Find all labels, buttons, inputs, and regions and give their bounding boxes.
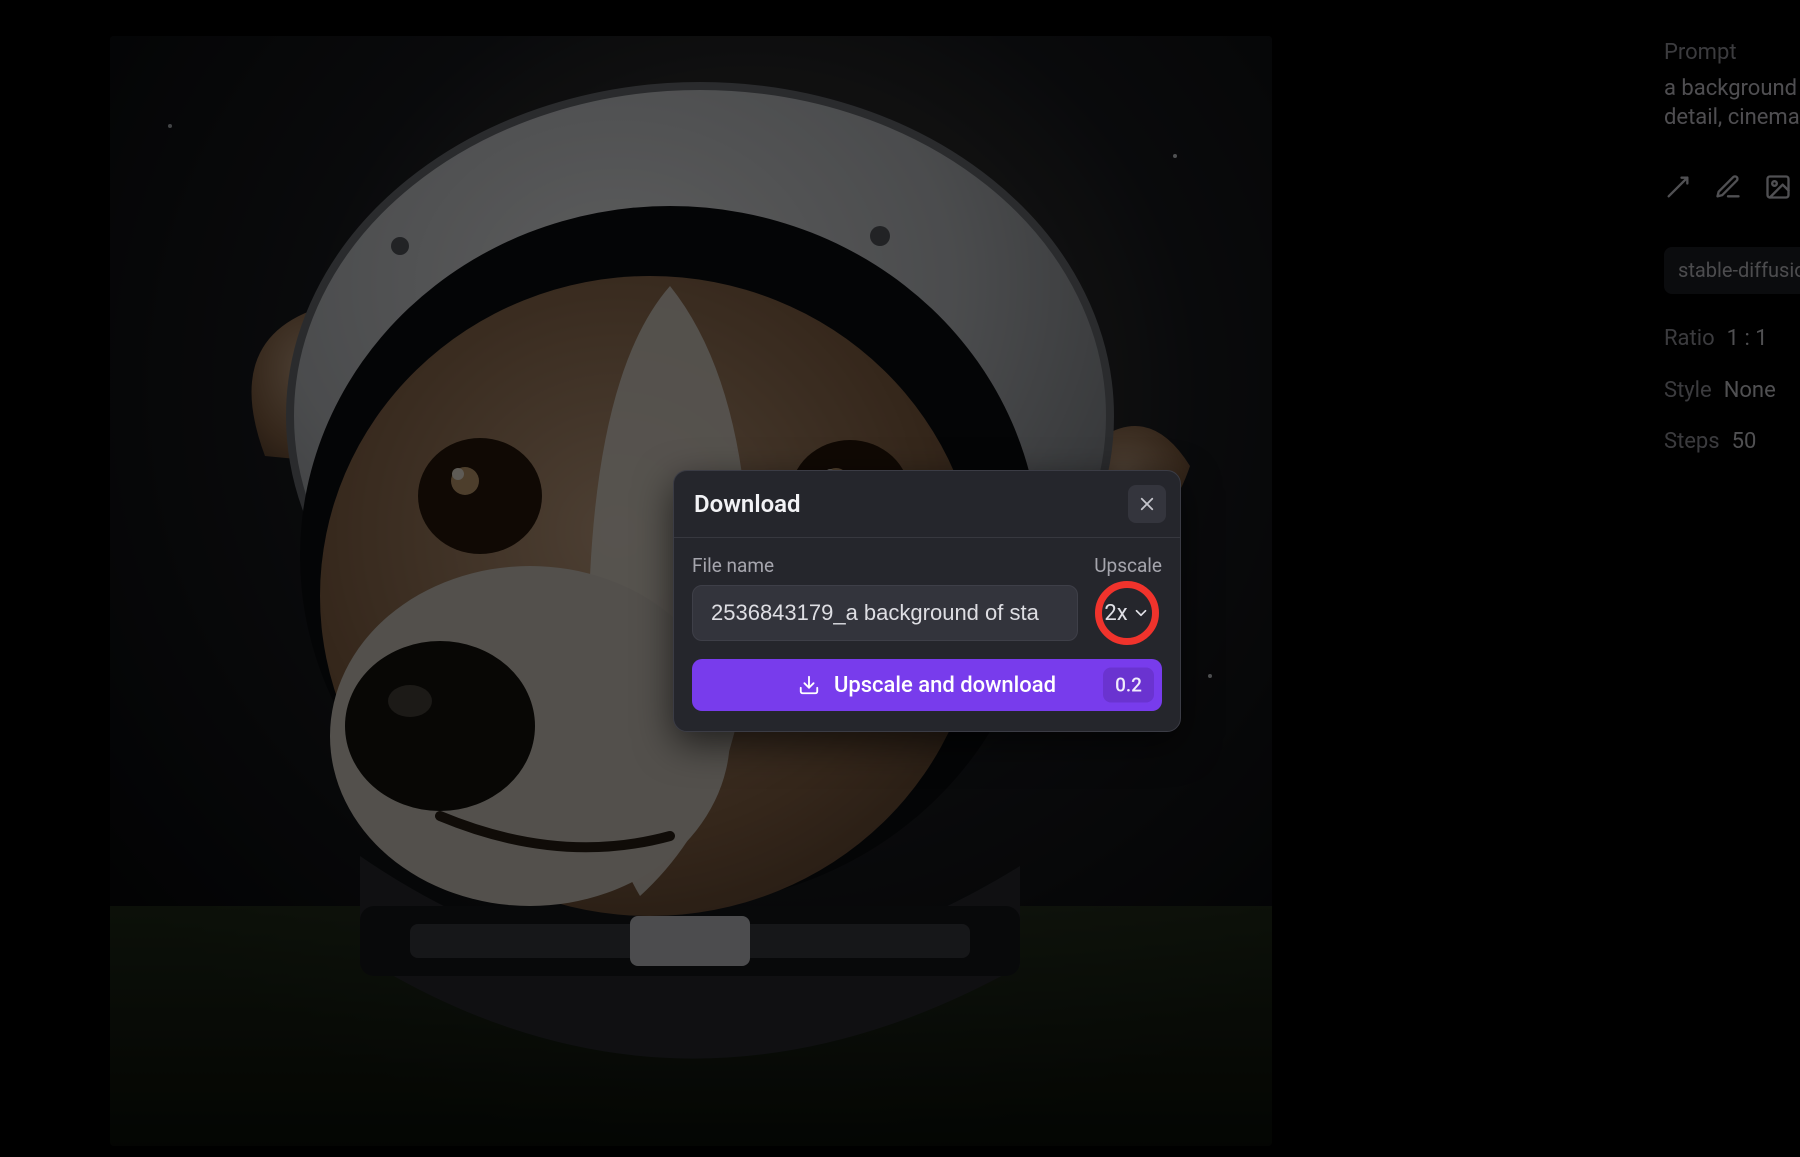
close-button[interactable] xyxy=(1128,485,1166,523)
filename-input[interactable] xyxy=(692,585,1078,641)
download-button-label: Upscale and download xyxy=(834,673,1056,698)
prompt-text: a background detail, cinema xyxy=(1664,74,1800,133)
image-icon[interactable] xyxy=(1764,173,1792,201)
steps-row: Steps 50 xyxy=(1664,427,1800,457)
ratio-value: 1 : 1 xyxy=(1727,324,1768,354)
dialog-header: Download xyxy=(674,471,1180,538)
model-tag[interactable]: stable-diffusion xyxy=(1664,247,1800,294)
redo-icon[interactable] xyxy=(1664,173,1692,201)
download-dialog: Download File name Upscale 2x Upscale an… xyxy=(673,470,1181,732)
prompt-label: Prompt xyxy=(1664,38,1800,68)
info-sidebar: Prompt a background detail, cinema stabl… xyxy=(1660,0,1800,1157)
upscale-label: Upscale xyxy=(1094,554,1162,577)
steps-value: 50 xyxy=(1732,427,1757,457)
dialog-title: Download xyxy=(694,490,801,518)
ratio-row: Ratio 1 : 1 xyxy=(1664,324,1800,354)
upscale-value: 2x xyxy=(1104,601,1127,626)
style-label: Style xyxy=(1664,376,1712,406)
steps-label: Steps xyxy=(1664,427,1720,457)
dialog-body: File name Upscale 2x Upscale and downloa… xyxy=(674,538,1180,731)
ratio-label: Ratio xyxy=(1664,324,1715,354)
style-value: None xyxy=(1724,376,1776,406)
upscale-download-button[interactable]: Upscale and download 0.2 xyxy=(692,659,1162,711)
chevron-down-icon xyxy=(1132,604,1150,622)
upscale-select[interactable]: 2x xyxy=(1092,585,1162,641)
filename-label: File name xyxy=(692,554,774,577)
edit-icon[interactable] xyxy=(1714,173,1742,201)
sidebar-action-icons xyxy=(1664,173,1800,201)
download-icon xyxy=(798,674,820,696)
style-row: Style None xyxy=(1664,376,1800,406)
download-cost-badge: 0.2 xyxy=(1103,668,1154,703)
